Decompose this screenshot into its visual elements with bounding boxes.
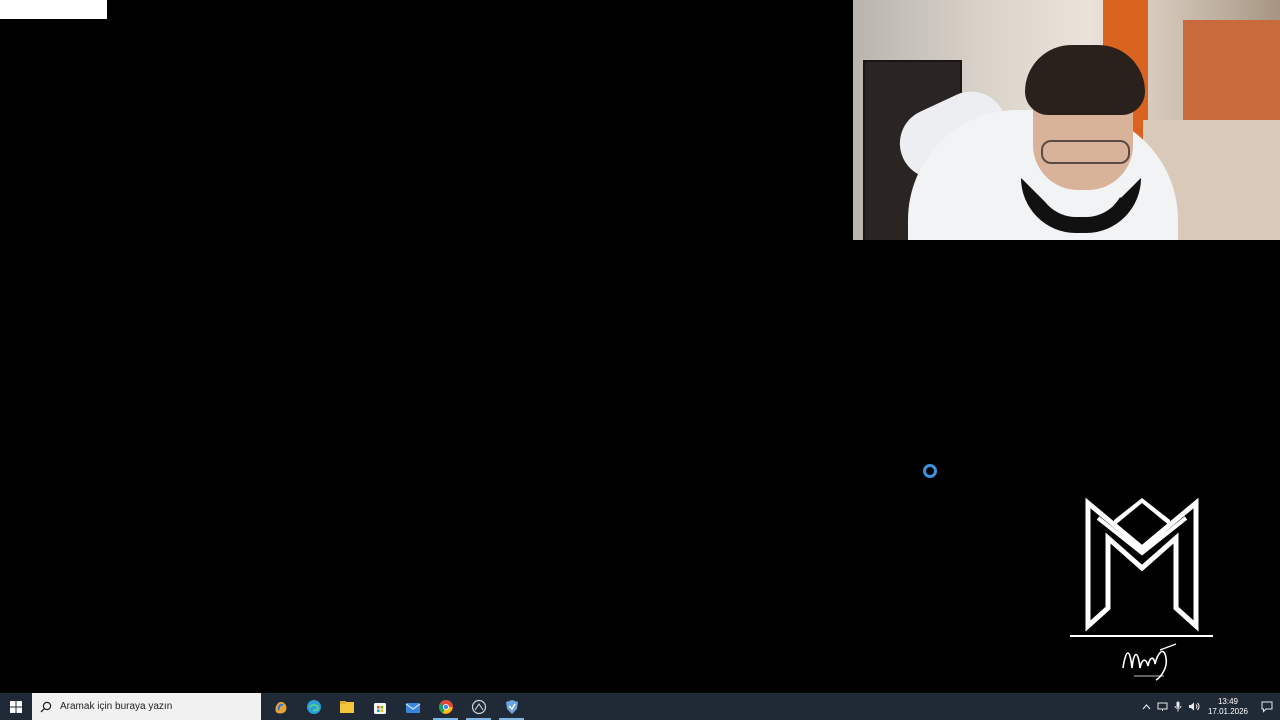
microsoft-store-icon[interactable] [363,693,396,720]
shield-app-icon[interactable] [495,693,528,720]
webcam-cabinet [1183,20,1280,130]
logo-divider [1070,635,1213,637]
taskbar: Aramak için buraya yazın 13:49 17.01.202… [0,693,1280,720]
network-icon[interactable] [1154,693,1170,720]
taskbar-search-box[interactable]: Aramak için buraya yazın [32,693,261,720]
mm-logo-icon [1085,498,1199,632]
desktop-screen: Aramak için buraya yazın 13:49 17.01.202… [0,0,1280,720]
search-icon [40,701,52,713]
system-tray: 13:49 17.01.2026 [1138,693,1280,720]
channel-logo [1068,498,1216,688]
mail-app-icon[interactable] [396,693,429,720]
white-rectangle [0,0,107,19]
webcam-person-hair [1025,45,1145,115]
taskbar-clock[interactable]: 13:49 17.01.2026 [1206,697,1250,717]
windows-logo-icon [10,700,22,713]
pinned-apps [264,693,528,720]
search-placeholder: Aramak için buraya yazın [60,701,173,712]
signature-icon [1122,643,1177,681]
webcam-glasses [1041,140,1130,164]
microphone-icon[interactable] [1170,693,1186,720]
notification-center-button[interactable] [1254,693,1280,720]
app-icon-circle[interactable] [462,693,495,720]
chevron-up-icon[interactable] [1138,693,1154,720]
start-button[interactable] [0,693,32,720]
edge-browser-icon[interactable] [297,693,330,720]
copilot-app-icon[interactable] [264,693,297,720]
notification-icon [1261,701,1273,713]
clock-time: 13:49 [1217,696,1239,706]
volume-icon[interactable] [1186,693,1202,720]
loading-cursor-icon [923,464,937,478]
file-explorer-icon[interactable] [330,693,363,720]
webcam-overlay [853,0,1280,240]
clock-date: 17.01.2026 [1207,706,1249,716]
chrome-browser-icon[interactable] [429,693,462,720]
